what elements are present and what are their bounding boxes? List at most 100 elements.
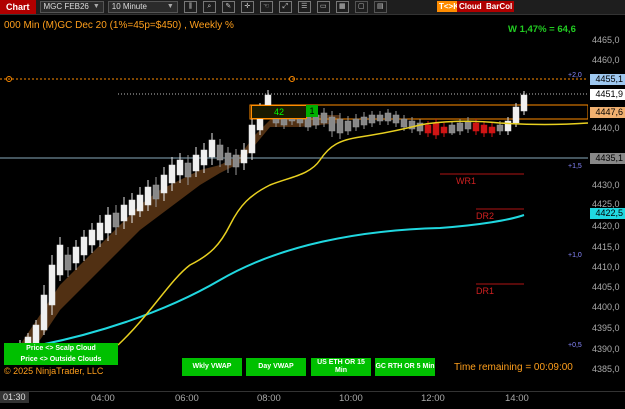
barcol-button[interactable]: BarCol: [484, 1, 515, 12]
candle-body: [64, 254, 72, 271]
candle-body: [224, 152, 232, 166]
price-tag-current: 4451,9: [590, 89, 625, 100]
counter-box: 42: [251, 105, 307, 119]
copyright-text: © 2025 NinjaTrader, LLC: [4, 366, 104, 376]
candle-body: [192, 154, 200, 172]
candle-body: [112, 212, 120, 228]
candle-body: [136, 194, 144, 212]
candle-body: [160, 174, 168, 194]
candle-body: [352, 118, 360, 128]
time-tick: 06:00: [175, 393, 199, 404]
price-tick: 4465,0: [592, 35, 620, 45]
time-tick: 14:00: [505, 393, 529, 404]
candle-body: [448, 124, 456, 134]
pct-label: +2,0: [568, 72, 582, 79]
price-tick: 4410,0: [592, 262, 620, 272]
price-tick: 4420,0: [592, 221, 620, 231]
candle-body: [128, 199, 136, 216]
hand-icon[interactable]: ☜: [259, 1, 273, 13]
window-icon[interactable]: ▢: [354, 1, 368, 13]
pencil-icon[interactable]: ✎: [221, 1, 235, 13]
price-tick: 4440,0: [592, 123, 620, 133]
price-tick: 4390,0: [592, 344, 620, 354]
outside-clouds-button[interactable]: Price <> Outside Clouds: [4, 354, 118, 365]
instrument-select[interactable]: MGC FEB26 ▼: [39, 1, 104, 13]
price-tick: 4415,0: [592, 242, 620, 252]
candle-body: [48, 264, 56, 306]
tiles-icon[interactable]: ▤: [373, 1, 387, 13]
cloud-button[interactable]: Cloud: [457, 1, 484, 12]
candle-body: [232, 154, 240, 168]
price-tick: 4430,0: [592, 180, 620, 190]
candle-body: [432, 122, 440, 136]
price-tick: 4385,0: [592, 364, 620, 374]
chevron-down-icon: ▼: [166, 3, 174, 10]
candle-body: [440, 126, 448, 134]
candle-body: [496, 124, 504, 132]
time-remaining: Time remaining = 00:09:00: [454, 362, 573, 373]
candle-body: [56, 244, 64, 276]
time-tick: 08:00: [257, 393, 281, 404]
pct-label: +0,5: [568, 342, 582, 349]
candle-body: [216, 144, 224, 161]
level-label-dr1: DR1: [476, 286, 495, 296]
day-vwap-button[interactable]: Day VWAP: [246, 358, 306, 376]
candle-body: [512, 106, 520, 124]
folder-icon[interactable]: ▭: [316, 1, 330, 13]
time-tick: 10:00: [339, 393, 363, 404]
candle-body: [424, 124, 432, 134]
candle-body: [144, 186, 152, 206]
candle-body: [504, 120, 512, 132]
level-label-wr1: WR1: [456, 176, 476, 186]
candle-body: [168, 164, 176, 184]
candle-body: [88, 229, 96, 246]
candle-body: [480, 124, 488, 134]
candle-body: [184, 162, 192, 178]
candle-body: [176, 159, 184, 176]
candle-body: [488, 126, 496, 134]
candle-body: [472, 122, 480, 132]
weekly-percent: W 1,47% = 64,6: [508, 24, 576, 35]
signal-box: 1: [306, 105, 318, 117]
scalp-cloud-button[interactable]: Price <> Scalp Cloud: [4, 343, 118, 354]
candle-body: [240, 149, 248, 164]
us-eth-or-button[interactable]: US ETH OR 15 Min: [311, 358, 371, 376]
bars-icon[interactable]: ⫼: [183, 1, 197, 13]
time-tick: 04:00: [91, 393, 115, 404]
candle-body: [32, 324, 40, 346]
crosshair-icon[interactable]: ✛: [240, 1, 254, 13]
candle-body: [72, 246, 80, 264]
magnify-icon[interactable]: ⌕: [202, 1, 216, 13]
list-icon[interactable]: ☰: [297, 1, 311, 13]
candle-body: [520, 94, 528, 112]
candle-body: [392, 114, 400, 124]
price-tick: 4405,0: [592, 282, 620, 292]
level-label-dr2: DR2: [476, 211, 495, 221]
instrument-value: MGC FEB26: [43, 2, 89, 11]
price-chart[interactable]: [0, 15, 588, 392]
interval-value: 10 Minute: [111, 2, 147, 11]
candle-body: [464, 120, 472, 130]
interval-select[interactable]: 10 Minute ▼: [107, 1, 178, 13]
candle-body: [328, 116, 336, 132]
pct-label: +1,5: [568, 163, 582, 170]
day-vwap-line: [117, 120, 588, 346]
candle-body: [152, 184, 160, 200]
chart-tab[interactable]: Chart: [0, 0, 36, 14]
wkly-vwap-button[interactable]: Wkly VWAP: [182, 358, 242, 376]
time-tick: 12:00: [421, 393, 445, 404]
fit-icon[interactable]: ⤢: [278, 1, 292, 13]
cloud-shape: [20, 115, 340, 355]
candle-body: [208, 139, 216, 158]
candle-body: [376, 114, 384, 122]
pct-label: +1,0: [568, 252, 582, 259]
candle-body: [80, 236, 88, 256]
gc-rth-or-button[interactable]: GC RTH OR 5 Min: [375, 358, 435, 376]
candle-body: [40, 294, 48, 331]
candle-body: [336, 118, 344, 134]
grid-icon[interactable]: ▦: [335, 1, 349, 13]
candle-body: [360, 116, 368, 126]
price-tag-line: 4435,1: [590, 153, 625, 164]
candle-body: [104, 214, 112, 234]
chart-title: 000 Min (M)GC Dec 20 (1%=45p=$450) , Wee…: [4, 20, 234, 31]
